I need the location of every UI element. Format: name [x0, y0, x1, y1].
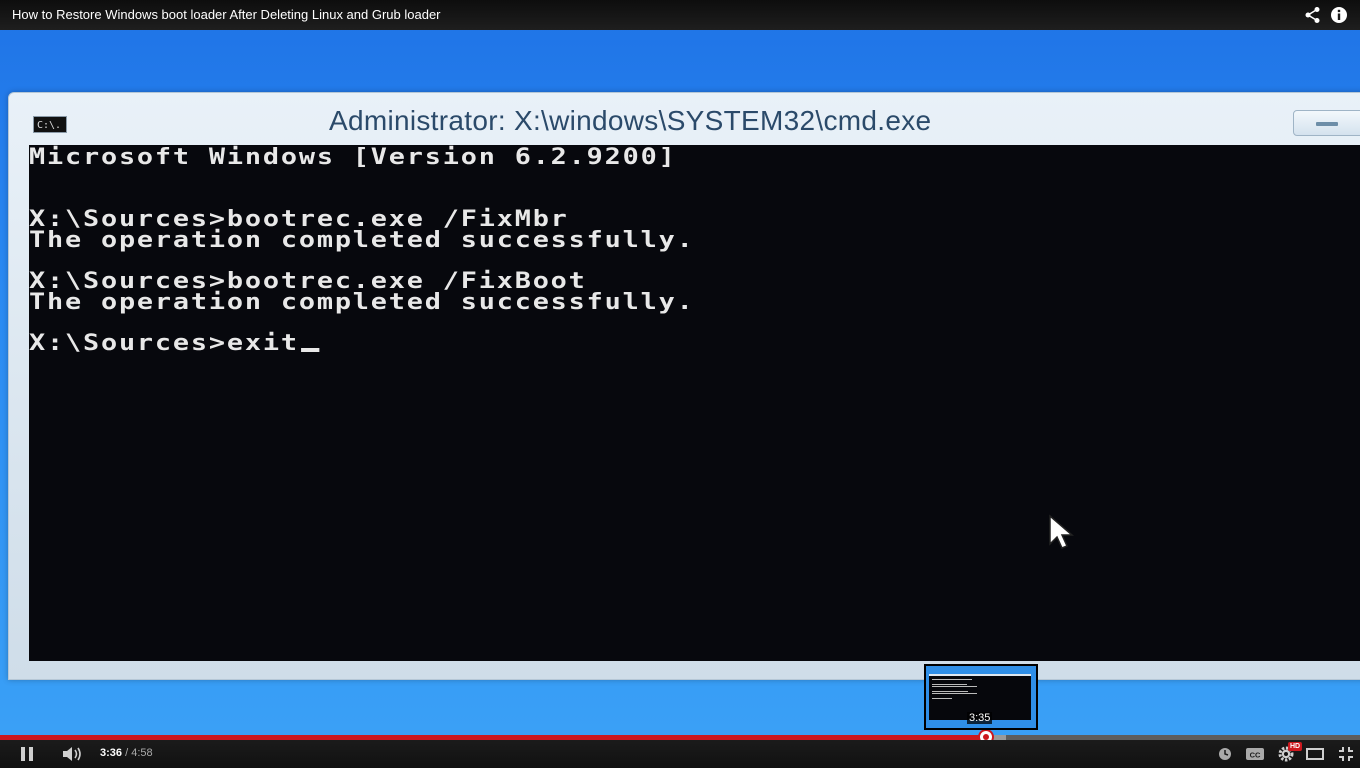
cmd-window: C:\. Administrator: X:\windows\SYSTEM32\…	[8, 92, 1360, 680]
pause-button[interactable]	[18, 745, 36, 763]
time-separator: /	[122, 747, 132, 759]
svg-text:CC: CC	[1250, 751, 1261, 760]
watch-later-icon[interactable]	[1217, 745, 1233, 763]
console-line: Microsoft Windows [Version 6.2.9200]	[29, 145, 677, 170]
duration: 4:58	[131, 747, 153, 759]
volume-icon[interactable]	[60, 745, 84, 763]
hd-badge: HD	[1288, 742, 1303, 751]
time-display: 3:36 / 4:58	[100, 747, 153, 759]
cmd-icon: C:\.	[33, 116, 67, 133]
captions-icon[interactable]: CC	[1245, 745, 1265, 763]
current-time: 3:36	[100, 747, 123, 759]
minimize-button	[1293, 110, 1360, 136]
console-output: Microsoft Windows [Version 6.2.9200] X:\…	[29, 145, 1360, 661]
preview-time: 3:35	[967, 712, 993, 724]
scrub-preview-thumbnail: 3:35	[924, 664, 1038, 730]
minimize-icon	[1316, 122, 1338, 126]
cmd-window-title: Administrator: X:\windows\SYSTEM32\cmd.e…	[329, 105, 932, 136]
console-line: The operation completed successfully.	[29, 228, 695, 253]
mouse-pointer-icon	[1049, 514, 1075, 549]
text-cursor	[301, 348, 320, 352]
player-controls: 3:36 / 4:58 CC	[0, 740, 1360, 768]
share-icon[interactable]	[1304, 6, 1322, 24]
theater-icon[interactable]	[1305, 745, 1325, 763]
video-player[interactable]: C:\. Administrator: X:\windows\SYSTEM32\…	[0, 0, 1360, 768]
video-title-bar: How to Restore Windows boot loader After…	[0, 0, 1360, 30]
video-frame[interactable]: C:\. Administrator: X:\windows\SYSTEM32\…	[0, 0, 1360, 735]
fullscreen-icon[interactable]	[1337, 745, 1355, 763]
console-prompt-text: X:\Sources>exit	[29, 331, 299, 356]
video-title[interactable]: How to Restore Windows boot loader After…	[12, 7, 441, 22]
console-line: The operation completed successfully.	[29, 290, 695, 315]
info-icon[interactable]	[1330, 6, 1348, 24]
console-prompt-line: X:\Sources>exit	[29, 331, 320, 356]
